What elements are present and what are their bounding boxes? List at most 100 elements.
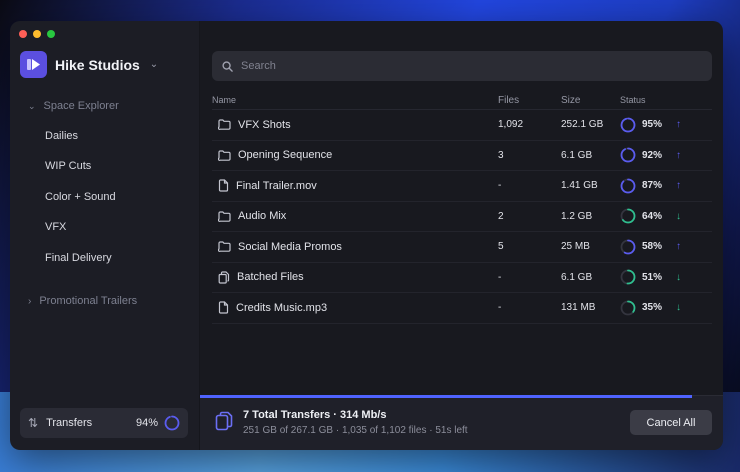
folder-icon: [218, 119, 231, 131]
column-header-size[interactable]: Size: [561, 95, 620, 106]
row-size: 1.41 GB: [561, 180, 598, 192]
row-name: Credits Music.mp3: [236, 301, 328, 314]
row-percent: 51%: [642, 271, 663, 283]
upload-arrow-icon: ↑: [676, 180, 682, 192]
table-row[interactable]: Credits Music.mp3 - 131 MB 35% ↓: [212, 293, 712, 324]
cancel-all-button[interactable]: Cancel All: [630, 410, 712, 435]
table-row[interactable]: Final Trailer.mov - 1.41 GB 87% ↑: [212, 171, 712, 202]
chevron-down-icon: ⌄: [149, 59, 159, 70]
sidebar-item-wip-cuts[interactable]: WIP Cuts: [45, 160, 91, 172]
download-arrow-icon: ↓: [676, 210, 682, 222]
total-progress-bar: [200, 395, 692, 398]
progress-ring-icon: [620, 117, 636, 133]
row-size: 6.1 GB: [561, 149, 593, 161]
sidebar-group-label: Space Explorer: [43, 100, 119, 112]
sidebar-group-space-explorer[interactable]: ⌄ Space Explorer: [28, 100, 119, 112]
row-files: -: [498, 302, 502, 314]
row-size: 131 MB: [561, 302, 596, 314]
workspace-name: Hike Studios: [55, 56, 140, 73]
row-status: 58% ↑: [620, 239, 712, 255]
transfers-label: Transfers: [46, 417, 93, 429]
summary-title: 7 Total Transfers · 314 Mb/s: [243, 409, 387, 421]
search-input[interactable]: [241, 60, 681, 72]
row-status: 87% ↑: [620, 178, 712, 194]
sidebar-item-vfx[interactable]: VFX: [45, 221, 66, 233]
row-percent: 58%: [642, 241, 663, 253]
transfers-percent: 94%: [135, 417, 158, 429]
row-status: 92% ↑: [620, 147, 712, 163]
row-size: 6.1 GB: [561, 271, 593, 283]
app-window: Hike Studios ⌄ ⌄ Space Explorer Dailies …: [10, 21, 723, 450]
row-name: Audio Mix: [238, 210, 287, 223]
sidebar-item-color-sound[interactable]: Color + Sound: [45, 191, 116, 203]
row-files: 1,092: [498, 119, 524, 131]
table-row[interactable]: Opening Sequence 3 6.1 GB 92% ↑: [212, 141, 712, 171]
row-size: 25 MB: [561, 241, 590, 253]
upload-arrow-icon: ↑: [676, 149, 682, 161]
progress-ring-icon: [164, 415, 180, 431]
workspace-switcher[interactable]: Hike Studios ⌄: [20, 51, 158, 78]
table-row[interactable]: VFX Shots 1,092 252.1 GB 95% ↑: [212, 110, 712, 141]
row-name: Opening Sequence: [238, 149, 333, 162]
transfer-arrows-icon: ⇅: [28, 416, 39, 430]
download-arrow-icon: ↓: [676, 302, 682, 314]
upload-arrow-icon: ↑: [676, 241, 682, 253]
sidebar-group-promotional-trailers[interactable]: › Promotional Trailers: [28, 295, 137, 307]
row-files: 3: [498, 149, 504, 161]
row-name-cell: Social Media Promos: [212, 241, 498, 253]
zoom-window-button[interactable]: [47, 30, 55, 38]
close-window-button[interactable]: [19, 30, 27, 38]
table-body: VFX Shots 1,092 252.1 GB 95% ↑ Opening Sequen…: [212, 110, 712, 324]
workspace-logo-icon: [20, 51, 47, 78]
column-header-files[interactable]: Files: [498, 95, 561, 106]
file-icon: [218, 179, 229, 192]
sidebar-item-dailies[interactable]: Dailies: [45, 130, 78, 142]
files-icon: [218, 271, 230, 284]
row-size: 252.1 GB: [561, 119, 604, 131]
sidebar: Hike Studios ⌄ ⌄ Space Explorer Dailies …: [10, 21, 200, 450]
table-header: Name Files Size Status: [212, 91, 712, 110]
transfers-button[interactable]: ⇅ Transfers 94%: [20, 408, 188, 438]
chevron-down-icon: ⌄: [28, 100, 36, 111]
table-row[interactable]: Batched Files - 6.1 GB 51% ↓: [212, 263, 712, 293]
row-files: -: [498, 271, 502, 283]
row-percent: 35%: [642, 302, 663, 314]
search-bar[interactable]: [212, 51, 712, 81]
sidebar-group-label: Promotional Trailers: [39, 295, 138, 307]
files-icon: [215, 411, 233, 431]
upload-arrow-icon: ↑: [676, 119, 682, 131]
row-files: -: [498, 180, 502, 192]
progress-ring-icon: [620, 300, 636, 316]
row-files: 5: [498, 241, 504, 253]
minimize-window-button[interactable]: [33, 30, 41, 38]
row-name: Final Trailer.mov: [236, 179, 317, 192]
row-name-cell: Batched Files: [212, 271, 498, 284]
progress-ring-icon: [620, 208, 636, 224]
progress-ring-icon: [620, 178, 636, 194]
row-percent: 64%: [642, 210, 663, 222]
transfers-table: Name Files Size Status VFX Shots 1,092 252…: [212, 91, 712, 324]
table-row[interactable]: Audio Mix 2 1.2 GB 64% ↓: [212, 202, 712, 232]
summary-subtitle: 251 GB of 267.1 GB · 1,035 of 1,102 file…: [243, 425, 468, 436]
row-status: 51% ↓: [620, 269, 712, 285]
chevron-right-icon: ›: [28, 295, 32, 307]
main-panel: Name Files Size Status VFX Shots1,092252…: [200, 21, 723, 450]
transfer-summary-bar: 7 Total Transfers · 314 Mb/s 251 GB of 2…: [200, 395, 723, 450]
row-percent: 87%: [642, 180, 663, 192]
row-size: 1.2 GB: [561, 210, 593, 222]
sidebar-item-final-delivery[interactable]: Final Delivery: [45, 252, 112, 264]
search-icon: [222, 60, 233, 72]
row-status: 95% ↑: [620, 117, 712, 133]
window-controls: [19, 30, 55, 38]
progress-ring-icon: [620, 269, 636, 285]
column-header-name[interactable]: Name: [212, 95, 498, 105]
table-row[interactable]: Social Media Promos 5 25 MB 58% ↑: [212, 232, 712, 263]
row-name: Social Media Promos: [238, 240, 342, 253]
folder-icon: [218, 211, 231, 222]
row-status: 35% ↓: [620, 300, 712, 316]
download-arrow-icon: ↓: [676, 271, 682, 283]
folder-icon: [218, 241, 231, 253]
column-header-status[interactable]: Status: [620, 95, 712, 105]
row-name-cell: Final Trailer.mov: [212, 179, 498, 192]
row-name-cell: Credits Music.mp3: [212, 301, 498, 314]
